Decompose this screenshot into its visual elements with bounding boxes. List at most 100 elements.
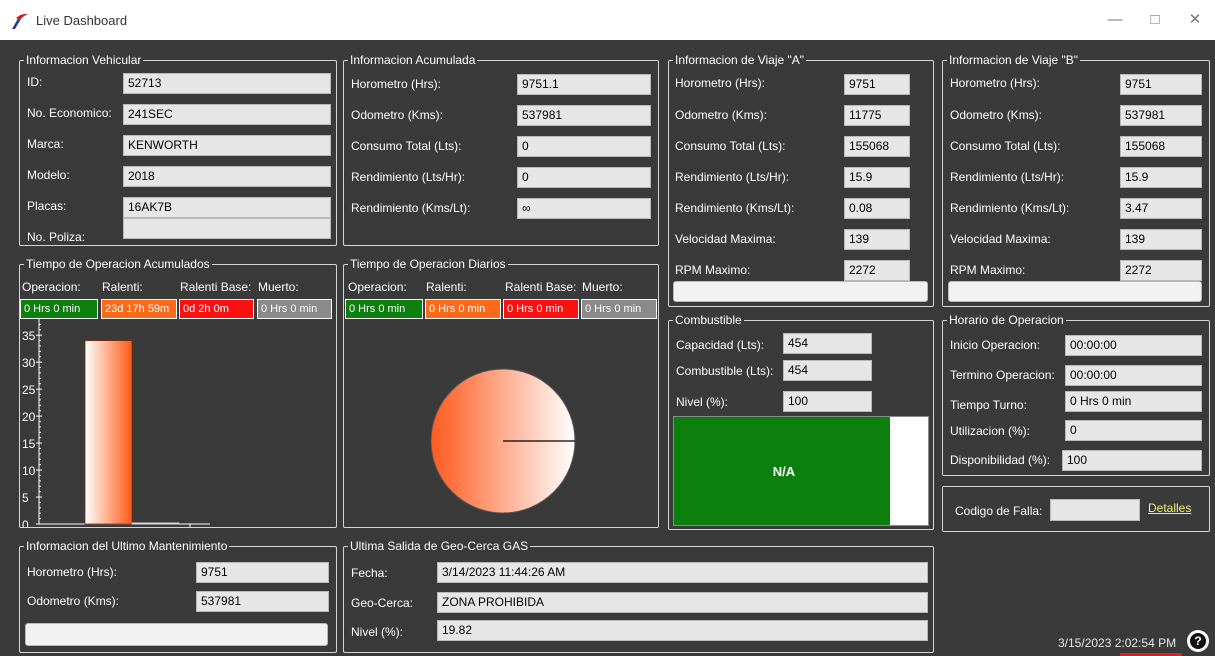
field-a-rpm[interactable]: 2272 <box>844 260 910 281</box>
maximize-button[interactable]: □ <box>1140 8 1170 32</box>
label-acum-rend-kms-lt: Rendimiento (Kms/Lt): <box>351 201 471 215</box>
label-combustible: Combustible (Lts): <box>676 364 774 378</box>
header-ralenti-base-diario: Ralenti Base: <box>505 280 577 294</box>
field-id[interactable]: 52713 <box>123 73 331 94</box>
fuel-gauge-text: N/A <box>772 464 796 479</box>
label-marca: Marca: <box>27 137 64 151</box>
field-acum-horometro[interactable]: 9751.1 <box>517 74 651 95</box>
field-a-horometro[interactable]: 9751 <box>844 74 910 95</box>
header-ralenti-base-acum: Ralenti Base: <box>180 280 252 294</box>
field-mant-horometro[interactable]: 9751 <box>196 562 329 583</box>
field-b-velocidad[interactable]: 139 <box>1120 229 1202 250</box>
minimize-button[interactable]: — <box>1100 8 1130 32</box>
label-b-rpm: RPM Maximo: <box>950 263 1026 277</box>
field-geo-cerca[interactable]: ZONA PROHIBIDA <box>437 592 928 613</box>
field-nivel-comb[interactable]: 100 <box>783 391 872 412</box>
label-tiempo-turno: Tiempo Turno: <box>950 398 1027 412</box>
field-acum-consumo[interactable]: 0 <box>517 136 651 157</box>
box-operacion-diario: 0 Hrs 0 min <box>345 299 423 319</box>
details-link[interactable]: Detalles <box>1148 501 1191 515</box>
field-a-consumo[interactable]: 155068 <box>844 136 910 157</box>
close-button[interactable]: ✕ <box>1180 8 1210 32</box>
field-inicio[interactable]: 00:00:00 <box>1065 335 1202 356</box>
field-b-horometro[interactable]: 9751 <box>1120 74 1202 95</box>
field-no-poliza[interactable] <box>123 218 331 239</box>
label-termino: Termino Operacion: <box>950 368 1055 382</box>
field-mant-odometro[interactable]: 537981 <box>196 591 329 612</box>
field-acum-odometro[interactable]: 537981 <box>517 105 651 126</box>
field-acum-rend-kms-lt[interactable]: ∞ <box>517 198 651 219</box>
header-muerto-diario: Muerto: <box>582 280 623 294</box>
field-modelo[interactable]: 2018 <box>123 166 331 187</box>
field-disponibilidad[interactable]: 100 <box>1062 450 1202 471</box>
box-muerto-diario: 0 Hrs 0 min <box>581 299 657 319</box>
bar-chart-y-tick-label: 15 <box>22 437 36 451</box>
label-geo-nivel: Nivel (%): <box>351 625 404 639</box>
field-b-rpm[interactable]: 2272 <box>1120 260 1202 281</box>
title-bar: Live Dashboard — □ ✕ <box>0 0 1215 40</box>
label-a-rend-kms-lt: Rendimiento (Kms/Lt): <box>675 201 795 215</box>
box-ralenti-diario: 0 Hrs 0 min <box>425 299 501 319</box>
header-operacion-diario: Operacion: <box>348 280 407 294</box>
field-capacidad[interactable]: 454 <box>783 333 872 354</box>
bar-chart-y-tick-label: 35 <box>22 329 36 343</box>
header-operacion-acum: Operacion: <box>22 280 81 294</box>
field-b-rend-lts-hr[interactable]: 15.9 <box>1120 167 1202 188</box>
field-b-odometro[interactable]: 537981 <box>1120 105 1202 126</box>
label-a-consumo: Consumo Total (Lts): <box>675 139 786 153</box>
bar-chart-y-tick-label: 25 <box>22 383 36 397</box>
field-a-rend-kms-lt[interactable]: 0.08 <box>844 198 910 219</box>
field-b-consumo[interactable]: 155068 <box>1120 136 1202 157</box>
header-ralenti-acum: Ralenti: <box>102 280 143 294</box>
field-no-economico[interactable]: 241SEC <box>123 104 331 125</box>
field-codigo-falla[interactable] <box>1050 499 1140 521</box>
bar-chart-y-tick-label: 30 <box>22 356 36 370</box>
label-nivel-comb: Nivel (%): <box>676 395 729 409</box>
field-placas[interactable]: 16AK7B <box>123 197 331 218</box>
field-combustible[interactable]: 454 <box>783 360 872 381</box>
label-b-rend-lts-hr: Rendimiento (Lts/Hr): <box>950 170 1065 184</box>
box-operacion-acum: 0 Hrs 0 min <box>20 299 98 319</box>
label-disponibilidad: Disponibilidad (%): <box>950 453 1051 467</box>
field-fecha[interactable]: 3/14/2023 11:44:26 AM <box>437 562 928 583</box>
field-tiempo-turno[interactable]: 0 Hrs 0 min <box>1065 391 1202 412</box>
group-trip-b-title: Informacion de Viaje "B" <box>949 53 1079 67</box>
label-placas: Placas: <box>27 199 67 213</box>
bar-chart-y-tick-label: 20 <box>22 410 36 424</box>
label-id: ID: <box>27 75 43 89</box>
field-marca[interactable]: KENWORTH <box>123 135 331 156</box>
field-b-status[interactable] <box>948 281 1202 302</box>
field-acum-rend-lts-hr[interactable]: 0 <box>517 167 651 188</box>
label-modelo: Modelo: <box>27 168 70 182</box>
fuel-level-gauge: N/A <box>673 416 929 526</box>
label-mant-horometro: Horometro (Hrs): <box>27 565 118 579</box>
label-b-velocidad: Velocidad Maxima: <box>950 232 1051 246</box>
box-muerto-acum: 0 Hrs 0 min <box>257 299 332 319</box>
help-button[interactable]: ? <box>1187 630 1209 652</box>
group-geofence-title: Ultima Salida de Geo-Cerca GAS <box>350 539 529 553</box>
label-inicio: Inicio Operacion: <box>950 338 1041 352</box>
label-geo-cerca: Geo-Cerca: <box>351 596 414 610</box>
field-a-odometro[interactable]: 11775 <box>844 105 910 126</box>
field-geo-nivel[interactable]: 19.82 <box>437 620 928 641</box>
header-muerto-acum: Muerto: <box>258 280 299 294</box>
box-ralenti-base-acum: 0d 2h 0m <box>179 299 254 319</box>
label-b-horometro: Horometro (Hrs): <box>950 76 1041 90</box>
label-utilizacion: Utilizacion (%): <box>950 424 1031 438</box>
label-b-odometro: Odometro (Kms): <box>950 108 1043 122</box>
group-schedule-title: Horario de Operacion <box>949 313 1064 327</box>
label-acum-horometro: Horometro (Hrs): <box>351 77 442 91</box>
label-a-rpm: RPM Maximo: <box>675 263 751 277</box>
field-utilizacion[interactable]: 0 <box>1065 420 1202 441</box>
field-mant-status[interactable] <box>25 623 328 646</box>
label-acum-rend-lts-hr: Rendimiento (Lts/Hr): <box>351 170 466 184</box>
group-maintenance-title: Informacion del Ultimo Mantenimiento <box>26 539 228 553</box>
group-daily-time-title: Tiempo de Operacion Diarios <box>350 257 506 271</box>
field-a-rend-lts-hr[interactable]: 15.9 <box>844 167 910 188</box>
field-termino[interactable]: 00:00:00 <box>1065 365 1202 386</box>
field-b-rend-kms-lt[interactable]: 3.47 <box>1120 198 1202 219</box>
status-datetime: 3/15/2023 2:02:54 PM <box>1058 636 1177 650</box>
field-a-velocidad[interactable]: 139 <box>844 229 910 250</box>
field-a-status[interactable] <box>673 281 928 302</box>
label-mant-odometro: Odometro (Kms): <box>27 594 120 608</box>
